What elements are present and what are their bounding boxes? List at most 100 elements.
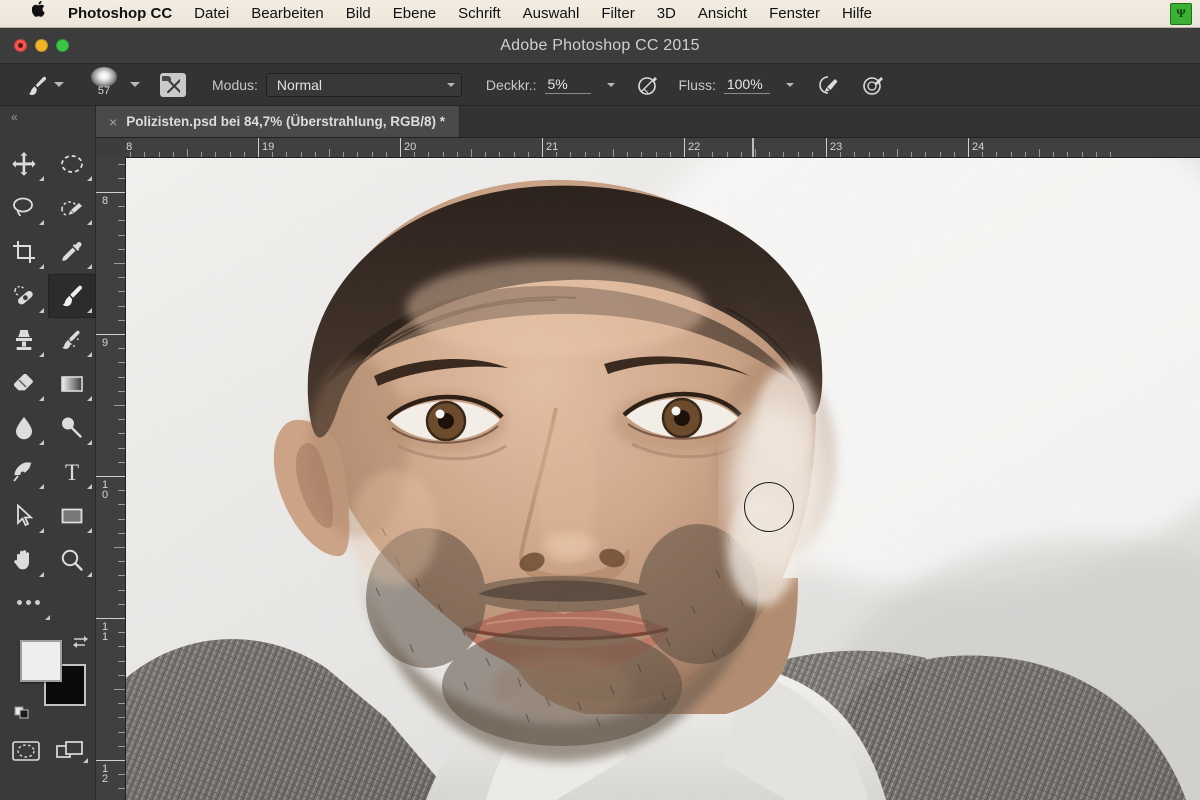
ruler-minor-tick: [118, 220, 125, 222]
marquee-tool-expand-triangle-icon[interactable]: [87, 176, 92, 181]
dodge-tool[interactable]: [48, 406, 96, 450]
vertical-ruler[interactable]: 8 9 10 11 12: [96, 158, 126, 800]
menu-item-hilfe[interactable]: Hilfe: [831, 0, 883, 28]
ruler-minor-tick: [118, 745, 125, 747]
zoom-tool[interactable]: [48, 538, 96, 582]
healing-brush-tool[interactable]: [0, 274, 48, 318]
brush-tool-expand-triangle-icon[interactable]: [87, 308, 92, 313]
path-selection-tool-expand-triangle-icon[interactable]: [39, 528, 44, 533]
tools-collapse-button[interactable]: «: [0, 106, 95, 128]
menu-item-3d[interactable]: 3D: [646, 0, 687, 28]
dodge-tool-expand-triangle-icon[interactable]: [87, 440, 92, 445]
eraser-tool[interactable]: [0, 362, 48, 406]
move-tool[interactable]: [0, 142, 48, 186]
quick-selection-tool-expand-triangle-icon[interactable]: [87, 220, 92, 225]
blend-mode-dropdown[interactable]: Normal: [265, 72, 462, 97]
type-tool-expand-triangle-icon[interactable]: [87, 484, 92, 489]
menu-app-name[interactable]: Photoshop CC: [57, 0, 183, 28]
more-tools-expand-triangle-icon[interactable]: [45, 615, 50, 620]
brush-preset-caret-icon[interactable]: [130, 82, 140, 87]
ruler-major-tick: [96, 476, 125, 477]
rectangle-tool[interactable]: [48, 494, 96, 538]
eraser-tool-expand-triangle-icon[interactable]: [39, 396, 44, 401]
menu-item-ansicht[interactable]: Ansicht: [687, 0, 758, 28]
ruler-minor-tick: [118, 575, 125, 577]
menu-item-fenster[interactable]: Fenster: [758, 0, 831, 28]
menu-item-auswahl[interactable]: Auswahl: [512, 0, 591, 28]
pen-tool-expand-triangle-icon[interactable]: [39, 484, 44, 489]
pen-tool[interactable]: [0, 450, 48, 494]
clone-stamp-tool[interactable]: [0, 318, 48, 362]
rectangle-tool-expand-triangle-icon[interactable]: [87, 528, 92, 533]
more-tools-button[interactable]: [4, 582, 52, 622]
screen-mode-expand-triangle-icon[interactable]: [82, 758, 88, 763]
hand-tool[interactable]: [0, 538, 48, 582]
marquee-tool[interactable]: [48, 142, 96, 186]
document-image[interactable]: [126, 158, 1200, 800]
blur-tool-expand-triangle-icon[interactable]: [39, 440, 44, 445]
ruler-minor-tick: [118, 660, 125, 662]
menu-item-ebene[interactable]: Ebene: [382, 0, 447, 28]
brush-panel-toggle-icon[interactable]: [160, 72, 186, 97]
menu-item-bearbeiten[interactable]: Bearbeiten: [240, 0, 335, 28]
flow-field[interactable]: 100%: [723, 76, 800, 94]
pressure-size-icon[interactable]: [860, 72, 886, 98]
document-tab[interactable]: × Polizisten.psd bei 84,7% (Überstrahlun…: [96, 106, 460, 137]
ruler-major-tick: [684, 138, 685, 157]
ruler-minor-tick: [118, 674, 125, 676]
brush-tool-icon[interactable]: [26, 74, 48, 96]
crop-tool-expand-triangle-icon[interactable]: [39, 264, 44, 269]
ruler-label: 10: [101, 479, 109, 501]
screen-mode-button[interactable]: [54, 738, 88, 764]
lasso-tool-expand-triangle-icon[interactable]: [39, 220, 44, 225]
zoom-tool-expand-triangle-icon[interactable]: [87, 572, 92, 577]
path-selection-tool[interactable]: [0, 494, 48, 538]
history-brush-tool-expand-triangle-icon[interactable]: [87, 352, 92, 357]
close-icon[interactable]: ×: [109, 115, 117, 129]
eyedropper-tool-expand-triangle-icon[interactable]: [87, 264, 92, 269]
ruler-minor-tick: [118, 717, 125, 719]
opacity-caret-icon[interactable]: [606, 82, 615, 87]
move-tool-expand-triangle-icon[interactable]: [39, 176, 44, 181]
menu-item-filter[interactable]: Filter: [590, 0, 645, 28]
horizontal-ruler[interactable]: 18 19 20 21 22 23 24: [96, 138, 1200, 158]
lasso-tool[interactable]: [0, 186, 48, 230]
opacity-field[interactable]: 5%: [544, 76, 621, 94]
swap-colors-icon[interactable]: [72, 634, 90, 650]
gradient-tool[interactable]: [48, 362, 96, 406]
clone-stamp-tool-expand-triangle-icon[interactable]: [39, 352, 44, 357]
ruler-minor-tick: [114, 263, 125, 264]
apple-logo-icon[interactable]: [22, 0, 57, 27]
window-title: Adobe Photoshop CC 2015: [500, 36, 700, 54]
quick-selection-tool[interactable]: [48, 186, 96, 230]
pressure-opacity-icon[interactable]: [635, 72, 661, 98]
hand-tool-expand-triangle-icon[interactable]: [39, 572, 44, 577]
menu-item-schrift[interactable]: Schrift: [447, 0, 512, 28]
blur-tool[interactable]: [0, 406, 48, 450]
type-tool[interactable]: T: [48, 450, 96, 494]
gradient-tool-expand-triangle-icon[interactable]: [87, 396, 92, 401]
ruler-corner: [96, 138, 126, 158]
menu-status-app-icon[interactable]: Ψ: [1170, 2, 1192, 25]
quick-mask-mode-button[interactable]: [10, 738, 42, 764]
eyedropper-tool[interactable]: [48, 230, 96, 274]
flow-value: 100%: [723, 76, 770, 94]
ruler-minor-tick: [187, 149, 188, 157]
ruler-minor-tick: [329, 149, 330, 157]
healing-brush-tool-expand-triangle-icon[interactable]: [39, 308, 44, 313]
brush-tool-preset-caret-icon[interactable]: [54, 82, 64, 87]
airbrush-icon[interactable]: [816, 72, 842, 98]
brush-preset-picker[interactable]: 57: [84, 66, 124, 102]
menu-item-bild[interactable]: Bild: [335, 0, 382, 28]
history-brush-tool[interactable]: [48, 318, 96, 362]
foreground-color-swatch[interactable]: [20, 640, 62, 682]
ruler-minor-tick: [118, 447, 125, 449]
default-colors-icon[interactable]: [14, 704, 32, 720]
ruler-minor-tick: [118, 390, 125, 392]
flow-caret-icon[interactable]: [785, 82, 794, 87]
brush-tool[interactable]: [48, 274, 96, 318]
menu-item-datei[interactable]: Datei: [183, 0, 240, 28]
crop-tool[interactable]: [0, 230, 48, 274]
canvas-area[interactable]: [126, 158, 1200, 800]
ruler-minor-tick: [118, 561, 125, 563]
